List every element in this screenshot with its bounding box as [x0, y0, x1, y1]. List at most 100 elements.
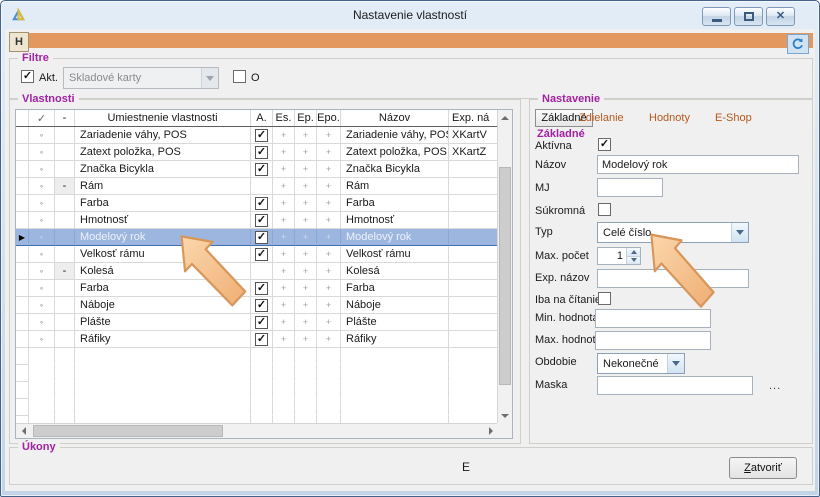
maska-input[interactable]	[597, 376, 753, 395]
row-indicator	[16, 314, 29, 331]
akt-checkbox[interactable]: ✓	[21, 70, 34, 83]
header-location-column[interactable]: Umiestnenie vlastnosti	[75, 110, 251, 126]
cell-active[interactable]: ✓	[251, 144, 273, 161]
dot-marker-icon: +	[326, 181, 331, 191]
actions-groupbox: Úkony	[9, 447, 813, 485]
scroll-down-button[interactable]	[498, 408, 512, 424]
mj-input[interactable]	[597, 178, 663, 197]
vertical-scrollbar[interactable]	[497, 110, 512, 425]
row-marker-icon: ◦	[40, 164, 43, 174]
dot-marker-icon: +	[326, 215, 331, 225]
h-button[interactable]: H	[9, 32, 29, 52]
row-indicator	[16, 365, 29, 382]
table-row[interactable]: ◦Hmotnosť✓+++Hmotnosť	[16, 212, 499, 229]
header-a-column[interactable]: A.	[251, 110, 273, 126]
dot-marker-icon: +	[303, 300, 308, 310]
dot-marker-icon: +	[281, 147, 286, 157]
row-marker: ◦	[29, 297, 55, 314]
cell-active[interactable]	[251, 178, 273, 195]
table-row[interactable]: ◦Farba✓+++Farba	[16, 195, 499, 212]
header-check-column[interactable]: ✓	[29, 110, 55, 126]
maska-more-button[interactable]: ...	[769, 380, 781, 392]
category-combo-button[interactable]	[201, 68, 218, 88]
active-checkbox[interactable]: ✓	[255, 146, 268, 159]
header-exp-column[interactable]: Exp. ná	[449, 110, 499, 126]
row-marker: ◦	[29, 331, 55, 348]
cell-name: Ráfiky	[341, 331, 449, 348]
vertical-scrollbar-thumb[interactable]	[499, 167, 511, 385]
sukromna-checkbox[interactable]	[598, 203, 611, 216]
tab-hodnoty[interactable]: Hodnoty	[649, 112, 690, 124]
row-indicator	[16, 161, 29, 178]
cell-es: +	[273, 314, 295, 331]
active-checkbox[interactable]: ✓	[255, 197, 268, 210]
cell-ep: +	[295, 280, 317, 297]
row-marker-icon: ◦	[40, 198, 43, 208]
header-ep-column[interactable]: Ep.	[295, 110, 317, 126]
cell-active[interactable]: ✓	[251, 212, 273, 229]
obdobie-combo[interactable]: Nekonečné	[597, 353, 685, 374]
row-marker-icon: ◦	[40, 215, 43, 225]
row-marker: ◦	[29, 212, 55, 229]
cell-epo: +	[317, 127, 341, 144]
table-row[interactable]: ◦Zariadenie váhy, POS✓+++Zariadenie váhy…	[16, 127, 499, 144]
obdobie-combo-button[interactable]	[667, 354, 684, 373]
zatvorit-button[interactable]: Zatvoriť	[729, 457, 797, 479]
row-marker: ◦	[29, 263, 55, 280]
tab-zdielanie[interactable]: Zdielanie	[579, 112, 624, 124]
cell-es: +	[273, 195, 295, 212]
spinner-down-button[interactable]	[627, 257, 640, 265]
spinner-up-button[interactable]	[627, 248, 640, 257]
cell-name: Zariadenie váhy, POS	[341, 127, 449, 144]
cell-location: Ráfiky	[75, 331, 251, 348]
header-epo-column[interactable]: Epo.	[317, 110, 341, 126]
row-indicator	[16, 212, 29, 229]
chevron-down-icon	[206, 76, 214, 81]
table-row[interactable]: ◦Ráfiky✓+++Ráfiky	[16, 331, 499, 348]
nazov-input[interactable]	[597, 155, 799, 174]
max-pocet-spinner[interactable]: 1	[597, 247, 641, 265]
active-checkbox[interactable]: ✓	[255, 333, 268, 346]
max-hodnota-input[interactable]	[595, 331, 711, 350]
row-group-toggle[interactable]: -	[55, 178, 75, 195]
aktivna-checkbox[interactable]: ✓	[598, 138, 611, 151]
category-combo[interactable]: Skladové karty	[63, 67, 219, 89]
active-checkbox[interactable]: ✓	[255, 214, 268, 227]
refresh-button[interactable]	[787, 34, 809, 54]
tab-eshop[interactable]: E-Shop	[715, 112, 752, 124]
maximize-button[interactable]	[734, 7, 763, 26]
active-checkbox[interactable]: ✓	[255, 129, 268, 142]
cell-active[interactable]: ✓	[251, 127, 273, 144]
dot-marker-icon: +	[303, 181, 308, 191]
header-name-column[interactable]: Názov	[341, 110, 449, 126]
cell-active[interactable]: ✓	[251, 161, 273, 178]
minimize-button[interactable]	[702, 7, 731, 26]
cell-ep: +	[295, 314, 317, 331]
dot-marker-icon: +	[281, 130, 286, 140]
cell-name: Hmotnosť	[341, 212, 449, 229]
horizontal-scrollbar-thumb[interactable]	[33, 425, 223, 437]
active-checkbox[interactable]: ✓	[255, 163, 268, 176]
scroll-up-button[interactable]	[498, 110, 512, 126]
table-row[interactable]: ◦-Rám+++Rám	[16, 178, 499, 195]
header-es-column[interactable]: Es.	[273, 110, 295, 126]
table-row[interactable]: ◦Značka Bicykla✓+++Značka Bicykla	[16, 161, 499, 178]
cell-ep	[295, 382, 317, 399]
o-checkbox[interactable]	[233, 70, 246, 83]
iba-na-citanie-checkbox[interactable]	[598, 292, 611, 305]
cell-active[interactable]: ✓	[251, 195, 273, 212]
cell-active[interactable]: ✓	[251, 331, 273, 348]
table-row[interactable]: ◦Zatext položka, POS✓+++Zatext položka, …	[16, 144, 499, 161]
dot-marker-icon: +	[281, 283, 286, 293]
spinner-up-icon	[631, 250, 637, 254]
cell-location: Značka Bicykla	[75, 161, 251, 178]
close-button[interactable]: ✕	[766, 7, 795, 26]
dot-marker-icon: +	[303, 198, 308, 208]
horizontal-scrollbar[interactable]	[16, 423, 499, 438]
scroll-left-button[interactable]	[16, 424, 32, 438]
row-group-toggle[interactable]: -	[55, 263, 75, 280]
header-dash-column[interactable]: -	[55, 110, 75, 126]
cell-epo: +	[317, 246, 341, 263]
titlebar[interactable]: Nastavenie vlastností ✕	[1, 1, 819, 29]
typ-combo-button[interactable]	[731, 223, 748, 242]
